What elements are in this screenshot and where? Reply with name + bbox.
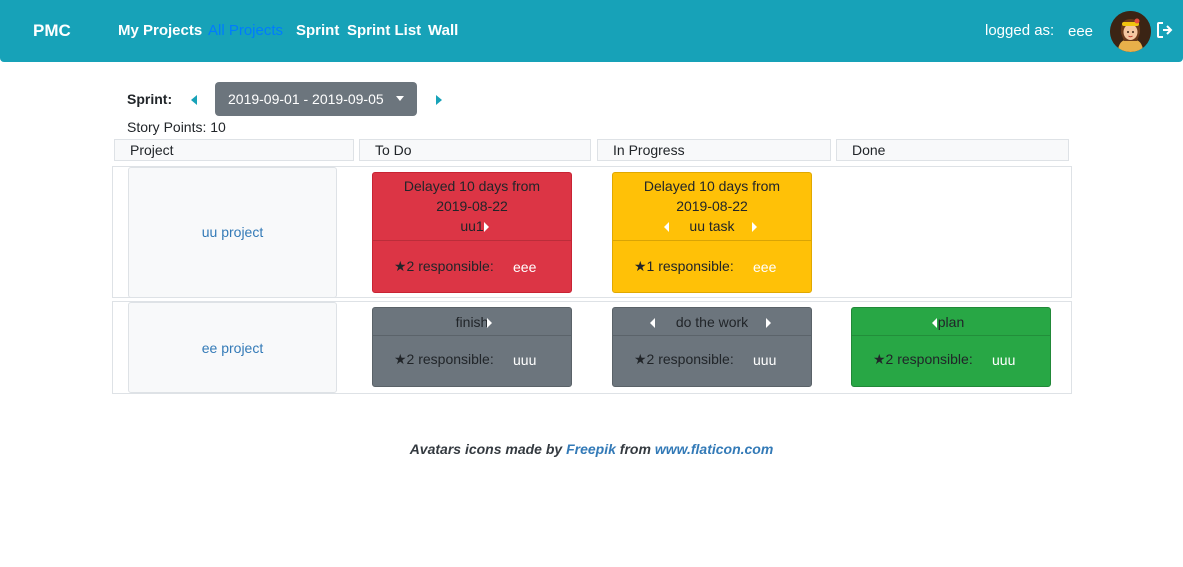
sprint-dropdown[interactable]: 2019-09-01 - 2019-09-05	[215, 82, 417, 116]
column-header-done: Done	[836, 139, 1069, 161]
task-card-do-the-work[interactable]: do the work ★2 responsible: uuu	[612, 307, 812, 387]
project-cell-uu[interactable]: uu project	[128, 167, 337, 298]
avatar[interactable]	[1110, 11, 1151, 52]
move-left-caret-icon[interactable]	[650, 318, 655, 328]
sprint-range: 2019-09-01 - 2019-09-05	[228, 91, 384, 107]
next-sprint-caret-right-icon[interactable]	[432, 93, 446, 107]
nav-my-projects[interactable]: My Projects	[118, 22, 202, 39]
points-responsible: ★2 responsible:	[873, 351, 973, 367]
story-points: Story Points: 10	[127, 119, 226, 135]
sprint-label: Sprint:	[127, 91, 173, 107]
nav-wall[interactable]: Wall	[428, 22, 458, 39]
logged-user-name: eee	[1068, 23, 1094, 40]
move-right-caret-icon[interactable]	[766, 318, 771, 328]
column-header-project: Project	[114, 139, 354, 161]
prev-sprint-caret-left-icon[interactable]	[188, 93, 202, 107]
nav-sprint[interactable]: Sprint	[296, 22, 339, 39]
task-card-uu1[interactable]: Delayed 10 days from 2019-08-22 uu1 ★2 r…	[372, 172, 572, 293]
nav-all-projects[interactable]: All Projects	[208, 22, 283, 39]
footer-prefix: Avatars icons made by	[409, 441, 563, 457]
task-card-finish[interactable]: finish ★2 responsible: uuu	[372, 307, 572, 387]
responsible-user: uuu	[513, 352, 537, 368]
delay-date: 2019-08-22	[436, 198, 508, 214]
task-card-plan[interactable]: plan ★2 responsible: uuu	[851, 307, 1051, 387]
avatar-icon	[1110, 11, 1151, 52]
task-title: uu1	[460, 218, 484, 234]
project-cell-ee[interactable]: ee project	[128, 302, 337, 393]
footer-middle: from	[619, 441, 651, 457]
delay-text: Delayed 10 days from	[643, 178, 781, 194]
points-responsible: ★1 responsible:	[634, 258, 734, 274]
brand[interactable]: PMC	[33, 21, 71, 41]
task-title: plan	[937, 314, 965, 330]
navbar: PMC My Projects All Projects Sprint Spri…	[0, 0, 1183, 62]
responsible-user: eee	[513, 259, 537, 275]
move-left-caret-icon[interactable]	[932, 318, 937, 328]
caret-down-icon	[396, 96, 404, 101]
move-right-caret-icon[interactable]	[487, 318, 492, 328]
nav-sprint-list[interactable]: Sprint List	[347, 22, 421, 39]
task-title: finish	[455, 314, 489, 330]
move-left-caret-icon[interactable]	[664, 222, 669, 232]
task-title: uu task	[689, 218, 735, 234]
responsible-user: eee	[753, 259, 777, 275]
freepik-link[interactable]: Freepik	[566, 441, 616, 457]
move-right-caret-icon[interactable]	[484, 222, 489, 232]
logged-as-label: logged as:	[985, 22, 1055, 39]
footer-credits: Avatars icons made by Freepik from www.f…	[0, 441, 1183, 457]
points-responsible: ★2 responsible:	[394, 258, 494, 274]
task-title: do the work	[675, 314, 749, 330]
flaticon-link[interactable]: www.flaticon.com	[655, 441, 774, 457]
delay-text: Delayed 10 days from	[403, 178, 541, 194]
column-header-in-progress: In Progress	[597, 139, 831, 161]
task-card-uu-task[interactable]: Delayed 10 days from 2019-08-22 uu task …	[612, 172, 812, 293]
logout-icon[interactable]	[1156, 21, 1174, 39]
points-responsible: ★2 responsible:	[394, 351, 494, 367]
points-responsible: ★2 responsible:	[634, 351, 734, 367]
move-right-caret-icon[interactable]	[752, 222, 757, 232]
delay-date: 2019-08-22	[676, 198, 748, 214]
column-header-todo: To Do	[359, 139, 591, 161]
responsible-user: uuu	[753, 352, 777, 368]
responsible-user: uuu	[992, 352, 1016, 368]
